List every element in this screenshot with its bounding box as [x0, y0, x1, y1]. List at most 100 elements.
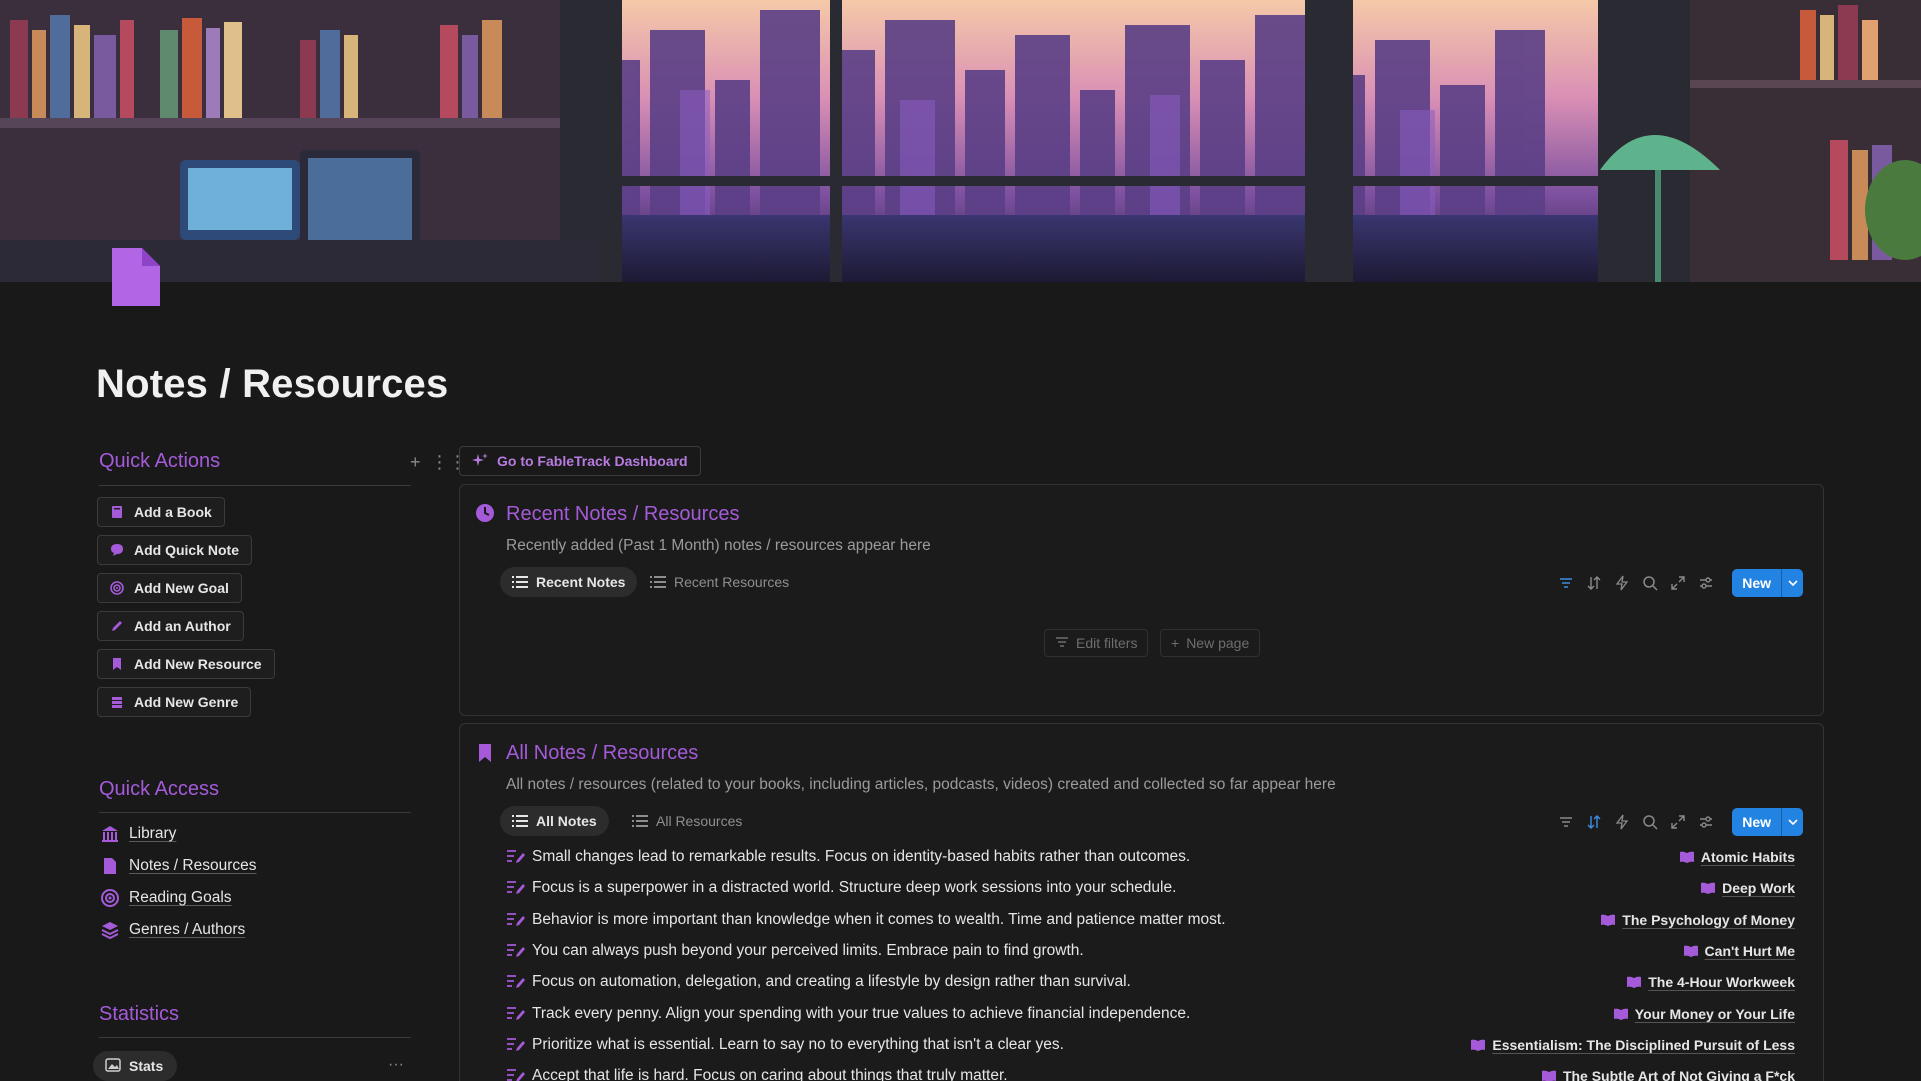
quick-access-heading: Quick Access: [99, 778, 220, 800]
bookmark-icon: [110, 657, 124, 671]
expand-icon[interactable]: [1670, 575, 1686, 591]
open-book-icon: [1700, 881, 1716, 895]
note-text[interactable]: Focus is a superpower in a distracted wo…: [532, 879, 1700, 897]
settings-sliders-icon[interactable]: [1698, 814, 1714, 830]
automation-bolt-icon[interactable]: [1614, 814, 1630, 830]
add-quick-note-button[interactable]: Add Quick Note: [97, 535, 253, 565]
table-row[interactable]: You can always push beyond your perceive…: [506, 938, 1795, 964]
edit-note-icon: [506, 848, 526, 866]
filter-icon[interactable]: [1558, 814, 1574, 830]
add-new-goal-button[interactable]: Add New Goal: [97, 573, 242, 603]
edit-filters-button[interactable]: Edit filters: [1044, 629, 1149, 657]
quick-access-library[interactable]: Library: [100, 824, 176, 844]
note-text[interactable]: Small changes lead to remarkable results…: [532, 848, 1679, 866]
reading-goals-label: Reading Goals: [129, 889, 232, 906]
add-new-resource-button[interactable]: Add New Resource: [97, 649, 275, 679]
new-page-label: New page: [1186, 635, 1250, 651]
table-row[interactable]: Focus on automation, delegation, and cre…: [506, 969, 1795, 995]
note-text[interactable]: Track every penny. Align your spending w…: [532, 1005, 1613, 1023]
tab-recent-resources-label: Recent Resources: [674, 574, 790, 590]
note-text[interactable]: Behavior is more important than knowledg…: [532, 911, 1600, 929]
open-book-icon: [1679, 850, 1695, 864]
more-options-icon[interactable]: ···: [388, 1056, 404, 1074]
genres-authors-label: Genres / Authors: [129, 921, 246, 938]
layers-icon: [100, 920, 120, 940]
new-button[interactable]: New: [1732, 569, 1803, 597]
tab-all-notes[interactable]: All Notes: [500, 806, 609, 836]
page-document-icon: [110, 246, 162, 308]
divider: [99, 1037, 411, 1038]
library-label: Library: [129, 825, 177, 842]
related-book-link[interactable]: Your Money or Your Life: [1613, 1006, 1795, 1022]
quick-access-reading-goals[interactable]: Reading Goals: [100, 888, 232, 908]
quick-actions-heading: Quick Actions: [99, 450, 221, 472]
note-text[interactable]: Focus on automation, delegation, and cre…: [532, 973, 1626, 991]
automation-bolt-icon[interactable]: [1614, 575, 1630, 591]
open-book-icon: [1683, 944, 1699, 958]
add-book-button[interactable]: Add a Book: [97, 497, 225, 527]
chevron-down-icon[interactable]: [1781, 808, 1803, 836]
open-book-icon: [1541, 1069, 1557, 1081]
note-text[interactable]: Prioritize what is essential. Learn to s…: [532, 1036, 1470, 1054]
tab-all-resources[interactable]: All Resources: [620, 806, 754, 836]
related-book-link[interactable]: The Psychology of Money: [1600, 912, 1795, 928]
new-button[interactable]: New: [1732, 808, 1803, 836]
all-panel-description: All notes / resources (related to your b…: [506, 776, 1336, 793]
divider: [99, 812, 411, 813]
stats-tab-label: Stats: [129, 1058, 164, 1074]
sort-icon[interactable]: [1586, 575, 1602, 591]
related-book-link[interactable]: Essentialism: The Disciplined Pursuit of…: [1470, 1037, 1795, 1053]
related-book-link[interactable]: The Subtle Art of Not Giving a F*ck: [1541, 1068, 1795, 1081]
related-book-link[interactable]: Deep Work: [1700, 880, 1795, 896]
recent-panel-title[interactable]: Recent Notes / Resources: [506, 503, 739, 526]
cover-illustration: [0, 0, 1921, 282]
table-row[interactable]: Prioritize what is essential. Learn to s…: [506, 1032, 1795, 1058]
settings-sliders-icon[interactable]: [1698, 575, 1714, 591]
search-icon[interactable]: [1642, 814, 1658, 830]
search-icon[interactable]: [1642, 575, 1658, 591]
library-icon: [100, 824, 120, 844]
image-icon: [105, 1057, 121, 1075]
table-row[interactable]: Small changes lead to remarkable results…: [506, 844, 1795, 870]
go-to-dashboard-button[interactable]: Go to FableTrack Dashboard: [459, 446, 701, 476]
all-panel-title[interactable]: All Notes / Resources: [506, 742, 698, 765]
note-text[interactable]: You can always push beyond your perceive…: [532, 942, 1683, 960]
sort-icon[interactable]: [1586, 814, 1602, 830]
view-toolbar: New: [1558, 808, 1803, 836]
add-book-label: Add a Book: [134, 504, 212, 520]
open-book-icon: [1626, 975, 1642, 989]
tab-recent-notes[interactable]: Recent Notes: [500, 567, 638, 597]
table-row[interactable]: Focus is a superpower in a distracted wo…: [506, 875, 1795, 901]
books-stack-icon: [110, 695, 124, 709]
related-book-link[interactable]: The 4-Hour Workweek: [1626, 974, 1795, 990]
quick-access-notes-resources[interactable]: Notes / Resources: [100, 856, 257, 876]
related-book-link[interactable]: Can't Hurt Me: [1683, 943, 1795, 959]
chevron-down-icon[interactable]: [1781, 569, 1803, 597]
table-row[interactable]: Track every penny. Align your spending w…: [506, 1001, 1795, 1027]
add-author-label: Add an Author: [134, 618, 231, 634]
book-icon: [110, 505, 124, 519]
edit-note-icon: [506, 879, 526, 897]
clock-icon: [475, 503, 495, 523]
add-author-button[interactable]: Add an Author: [97, 611, 244, 641]
stats-tab[interactable]: Stats: [93, 1051, 178, 1081]
expand-icon[interactable]: [1670, 814, 1686, 830]
add-new-goal-label: Add New Goal: [134, 580, 229, 596]
related-book-title: Your Money or Your Life: [1634, 1005, 1795, 1022]
quick-access-genres-authors[interactable]: Genres / Authors: [100, 920, 245, 940]
related-book-title: Can't Hurt Me: [1704, 942, 1795, 959]
related-book-link[interactable]: Atomic Habits: [1679, 849, 1795, 865]
table-row[interactable]: Accept that life is hard. Focus on carin…: [506, 1063, 1795, 1081]
table-row[interactable]: Behavior is more important than knowledg…: [506, 907, 1795, 933]
filter-icon: [1055, 635, 1069, 652]
new-button-label: New: [1732, 808, 1781, 836]
edit-note-icon: [506, 973, 526, 991]
filter-icon[interactable]: [1558, 575, 1574, 591]
edit-filters-label: Edit filters: [1076, 635, 1138, 651]
note-text[interactable]: Accept that life is hard. Focus on carin…: [532, 1067, 1541, 1081]
add-block-icon[interactable]: +: [410, 452, 421, 473]
add-new-genre-button[interactable]: Add New Genre: [97, 687, 252, 717]
tab-recent-resources[interactable]: Recent Resources: [638, 567, 801, 597]
new-page-button[interactable]: + New page: [1160, 629, 1261, 657]
statistics-heading: Statistics: [99, 1003, 180, 1025]
